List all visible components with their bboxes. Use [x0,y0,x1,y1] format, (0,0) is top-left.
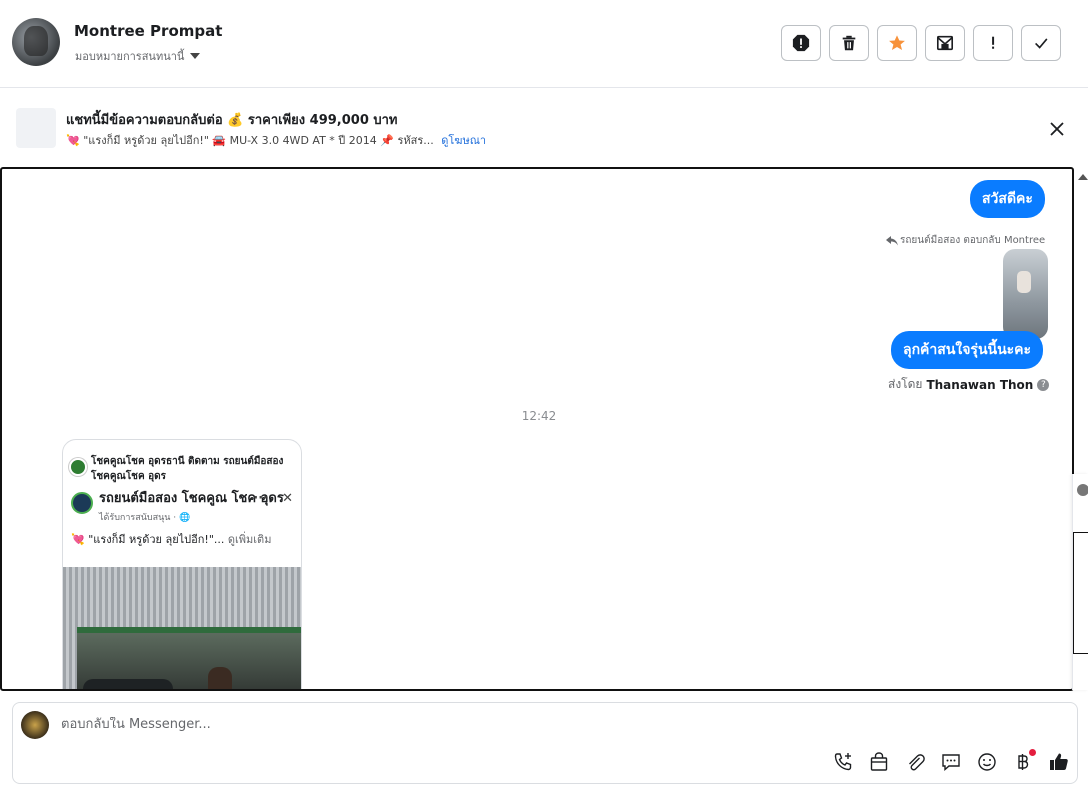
reply-input[interactable] [61,717,761,732]
image-detail [208,667,232,689]
conversation-header: Montree Prompat มอบหมายการสนทนานี้ [0,0,1088,88]
done-button[interactable] [1021,25,1061,61]
page-avatar [71,492,93,514]
shop-button[interactable] [868,751,890,773]
chat-bubble-icon [942,754,960,772]
reply-arrow-icon [886,235,898,245]
star-button[interactable] [877,25,917,61]
story-reply-thumbnail[interactable] [1003,249,1048,339]
sender-name: Thanawan Thon [926,377,1034,392]
ad-title: แชทนี้มีข้อความตอบกลับต่อ 💰 ราคาเพียง 49… [66,113,398,128]
post-controls: ··· ✕ [253,490,293,508]
side-panel-peek[interactable] [1072,474,1088,690]
reply-note: รถยนต์มือสอง ตอบกลับ Montree [886,233,1045,248]
outgoing-message[interactable]: สวัสดีคะ [970,180,1045,218]
like-button[interactable] [1048,751,1070,773]
smiley-icon [978,753,996,771]
image-detail [83,679,173,689]
saved-replies-button[interactable] [940,751,962,773]
sent-by-prefix: ส่งโดย [888,377,923,391]
ad-subtitle: 💘 "แรงก็มี หรูด้วย ลุยไปอีก!" 🚘 MU-X 3.0… [66,131,486,149]
timestamp: 12:42 [521,409,557,423]
assign-label: มอบหมายการสนทนานี้ [75,50,185,63]
phone-plus-icon [834,753,852,771]
reply-composer [12,702,1078,784]
close-icon[interactable]: ✕ [282,490,293,508]
reply-note-text: รถยนต์มือสอง ตอบกลับ Montree [900,235,1046,246]
side-avatar [1077,484,1088,496]
sponsored-label: ได้รับการสนับสนุน · 🌐 [99,513,191,523]
call-button[interactable] [832,751,854,773]
post-image[interactable] [63,567,301,689]
trash-icon [842,35,856,51]
shared-ad-post[interactable]: โชคคูณโชค อุดรธานี ติดตาม รถยนต์มือสอง โ… [62,439,302,689]
view-ad-link[interactable]: ดูโฆษณา [441,134,486,147]
ad-thumbnail [16,108,56,148]
delete-button[interactable] [829,25,869,61]
attach-button[interactable] [904,751,926,773]
ad-context-bar: แชทนี้มีข้อความตอบกลับต่อ 💰 ราคาเพียง 49… [0,88,1088,166]
alert-octagon-icon [792,34,810,52]
check-icon [1035,38,1048,49]
spam-button[interactable] [781,25,821,61]
archive-button[interactable] [925,25,965,61]
post-text: 💘 "แรงก็มี หรูด้วย ลุยไปอีก!"... ดูเพิ่ม… [63,524,301,548]
ad-description: 💘 "แรงก็มี หรูด้วย ลุยไปอีก!" 🚘 MU-X 3.0… [66,134,434,147]
see-more-link[interactable]: ดูเพิ่มเติม [228,533,272,546]
help-icon[interactable]: ? [1037,378,1050,391]
more-options-icon[interactable]: ··· [253,490,268,508]
payment-button[interactable] [1012,749,1036,773]
shopping-bag-icon [870,752,888,771]
exclamation-icon [992,36,995,49]
notification-dot [1029,749,1036,756]
sent-by-info: ส่งโดย Thanawan Thon ? [888,375,1050,394]
post-page-header: รถยนต์มือสอง โชคคูณ โชค อุดร ··· ✕ [63,484,301,514]
message-thread[interactable]: สวัสดีคะ รถยนต์มือสอง ตอบกลับ Montree ลุ… [0,167,1074,691]
outgoing-message[interactable]: ลุกค้าสนใจรุ่นนี้นะคะ [891,331,1044,369]
user-name[interactable]: Montree Prompat [74,22,222,40]
emoji-button[interactable] [976,751,998,773]
envelope-archive-icon [936,35,954,51]
thumbs-up-icon [1050,753,1068,770]
chevron-down-icon [190,53,201,59]
paperclip-icon [909,754,925,771]
important-button[interactable] [973,25,1013,61]
star-icon [889,35,905,51]
post-activity-header: โชคคูณโชค อุดรธานี ติดตาม รถยนต์มือสอง โ… [63,440,301,484]
post-activity-text: โชคคูณโชค อุดรธานี ติดตาม รถยนต์มือสอง โ… [91,456,284,482]
side-frame [1073,532,1088,654]
post-caption: 💘 "แรงก็มี หรูด้วย ลุยไปอีก!"... [71,533,225,546]
scroll-up-arrow-icon[interactable] [1078,174,1088,180]
close-icon[interactable] [1046,118,1068,140]
assign-conversation-dropdown[interactable]: มอบหมายการสนทนานี้ [75,47,201,65]
page-avatar [21,711,49,739]
user-avatar[interactable] [12,18,60,66]
page-avatar-small [69,458,87,476]
